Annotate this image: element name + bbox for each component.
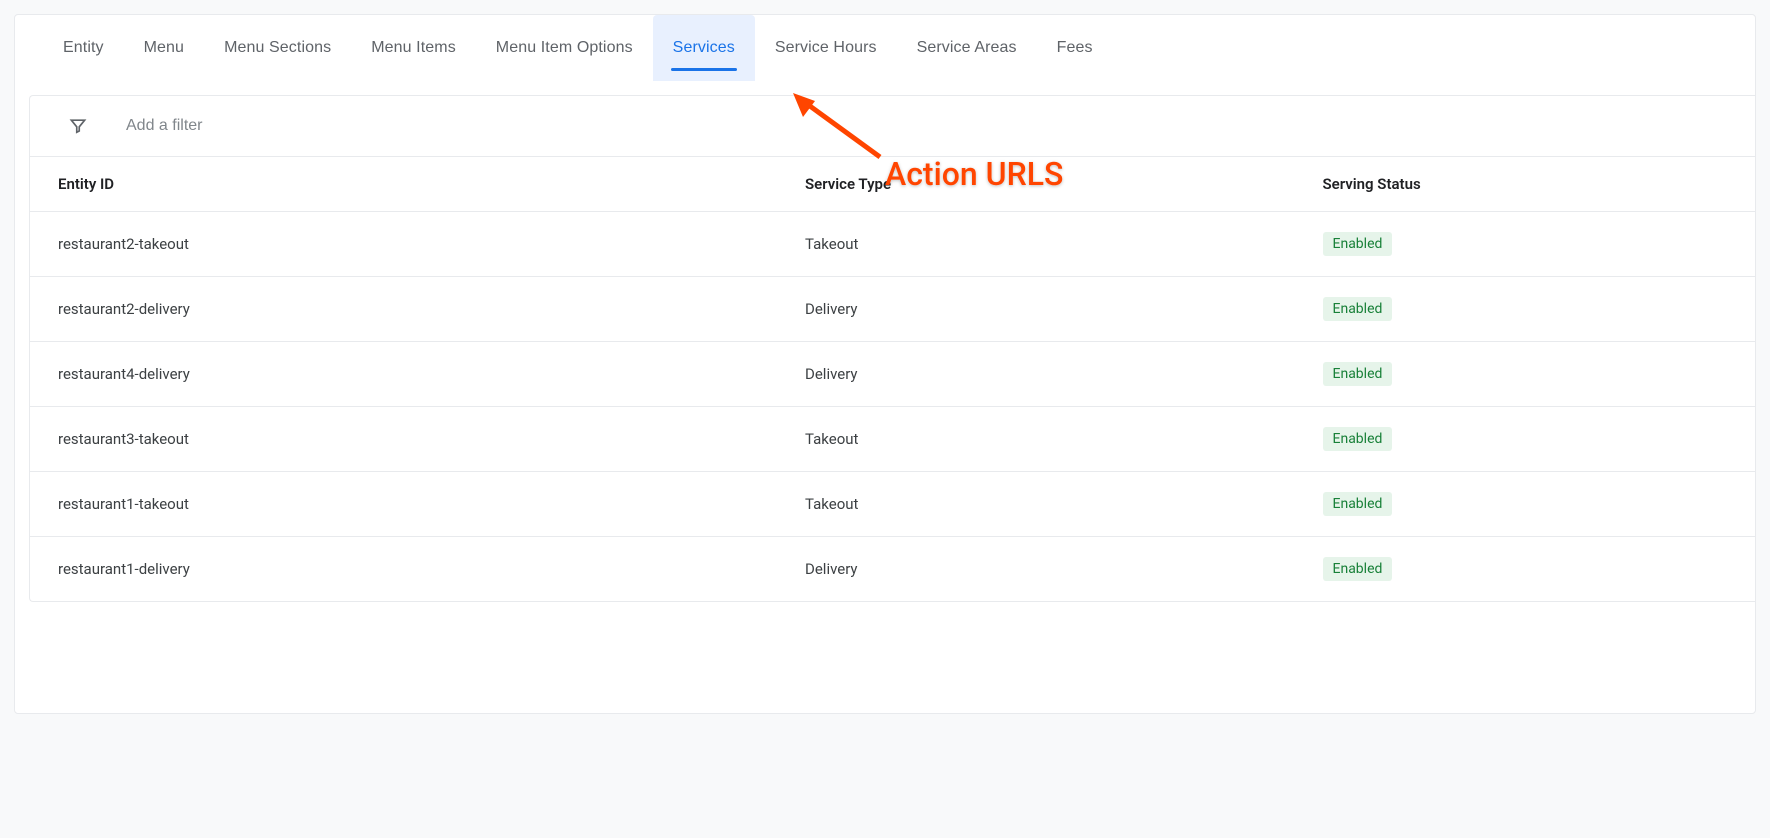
status-badge: Enabled xyxy=(1323,232,1393,256)
status-badge: Enabled xyxy=(1323,427,1393,451)
tab-menu-items[interactable]: Menu Items xyxy=(351,15,476,81)
content-panel: Entity ID Service Type Serving Status re… xyxy=(29,95,1755,602)
status-badge: Enabled xyxy=(1323,557,1393,581)
tab-menu-item-options[interactable]: Menu Item Options xyxy=(476,15,653,81)
cell-entity-id: restaurant2-delivery xyxy=(30,277,789,342)
tab-menu-sections[interactable]: Menu Sections xyxy=(204,15,351,81)
cell-service-type: Delivery xyxy=(789,342,1307,407)
table-row[interactable]: restaurant4-delivery Delivery Enabled xyxy=(30,342,1755,407)
cell-service-type: Takeout xyxy=(789,472,1307,537)
cell-entity-id: restaurant3-takeout xyxy=(30,407,789,472)
main-panel: Entity Menu Menu Sections Menu Items Men… xyxy=(14,14,1756,714)
table-row[interactable]: restaurant1-delivery Delivery Enabled xyxy=(30,537,1755,602)
services-table: Entity ID Service Type Serving Status re… xyxy=(30,156,1755,601)
table-row[interactable]: restaurant2-takeout Takeout Enabled xyxy=(30,212,1755,277)
cell-entity-id: restaurant2-takeout xyxy=(30,212,789,277)
cell-serving-status: Enabled xyxy=(1307,407,1756,472)
cell-service-type: Delivery xyxy=(789,537,1307,602)
filter-icon[interactable] xyxy=(58,116,98,136)
cell-entity-id: restaurant1-delivery xyxy=(30,537,789,602)
status-badge: Enabled xyxy=(1323,297,1393,321)
cell-serving-status: Enabled xyxy=(1307,537,1756,602)
table-header-row: Entity ID Service Type Serving Status xyxy=(30,157,1755,212)
tab-service-hours[interactable]: Service Hours xyxy=(755,15,897,81)
cell-service-type: Delivery xyxy=(789,277,1307,342)
cell-entity-id: restaurant4-delivery xyxy=(30,342,789,407)
cell-entity-id: restaurant1-takeout xyxy=(30,472,789,537)
cell-serving-status: Enabled xyxy=(1307,472,1756,537)
cell-service-type: Takeout xyxy=(789,212,1307,277)
header-serving-status[interactable]: Serving Status xyxy=(1307,157,1756,212)
table-row[interactable]: restaurant1-takeout Takeout Enabled xyxy=(30,472,1755,537)
tab-menu[interactable]: Menu xyxy=(124,15,204,81)
cell-service-type: Takeout xyxy=(789,407,1307,472)
header-service-type[interactable]: Service Type xyxy=(789,157,1307,212)
tab-service-areas[interactable]: Service Areas xyxy=(897,15,1037,81)
status-badge: Enabled xyxy=(1323,362,1393,386)
status-badge: Enabled xyxy=(1323,492,1393,516)
cell-serving-status: Enabled xyxy=(1307,342,1756,407)
tab-fees[interactable]: Fees xyxy=(1037,15,1113,81)
tab-entity[interactable]: Entity xyxy=(43,15,124,81)
table-row[interactable]: restaurant2-delivery Delivery Enabled xyxy=(30,277,1755,342)
cell-serving-status: Enabled xyxy=(1307,277,1756,342)
table-row[interactable]: restaurant3-takeout Takeout Enabled xyxy=(30,407,1755,472)
tab-bar: Entity Menu Menu Sections Menu Items Men… xyxy=(15,15,1755,81)
filter-input[interactable] xyxy=(126,117,1727,135)
tab-services[interactable]: Services xyxy=(653,15,755,81)
header-entity-id[interactable]: Entity ID xyxy=(30,157,789,212)
filter-bar xyxy=(30,96,1755,156)
cell-serving-status: Enabled xyxy=(1307,212,1756,277)
